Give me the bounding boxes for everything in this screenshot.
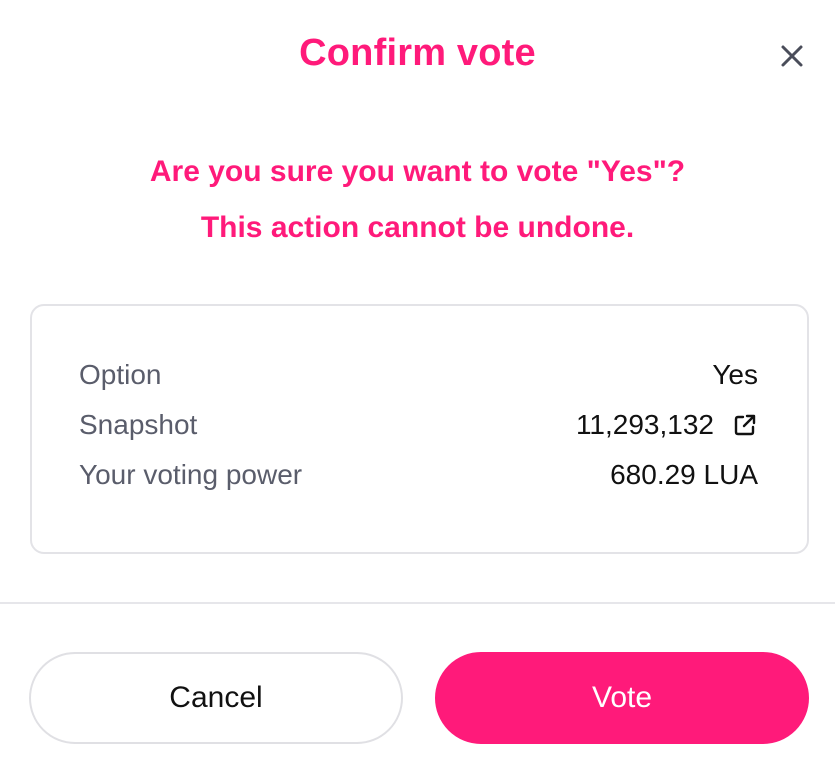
vote-details-card: Option Yes Snapshot 11,293,132 Your voti… [30,304,809,554]
snapshot-value-group: 11,293,132 [576,409,758,441]
snapshot-label: Snapshot [79,409,198,440]
close-icon [780,44,804,68]
confirm-vote-dialog: Confirm vote Are you sure you want to vo… [0,0,835,772]
close-button[interactable] [772,38,812,74]
snapshot-value: 11,293,132 [575,409,714,440]
external-link-icon[interactable] [732,412,758,438]
dialog-title: Confirm vote [299,32,536,74]
cancel-button[interactable]: Cancel [29,652,403,744]
voting-power-value: 680.29 LUA [610,459,758,490]
option-row: Option Yes [79,350,758,400]
voting-power-row: Your voting power 680.29 LUA [79,450,758,500]
warning-line-1: Are you sure you want to vote "Yes"? [149,155,686,188]
warning-message: Are you sure you want to vote "Yes"? Thi… [0,144,835,256]
option-value: Yes [712,359,758,390]
voting-power-label: Your voting power [79,459,303,490]
footer-divider [0,602,835,604]
warning-line-2: This action cannot be undone. [200,211,635,244]
snapshot-row: Snapshot 11,293,132 [79,400,758,450]
vote-button[interactable]: Vote [435,652,809,744]
option-label: Option [79,359,162,390]
